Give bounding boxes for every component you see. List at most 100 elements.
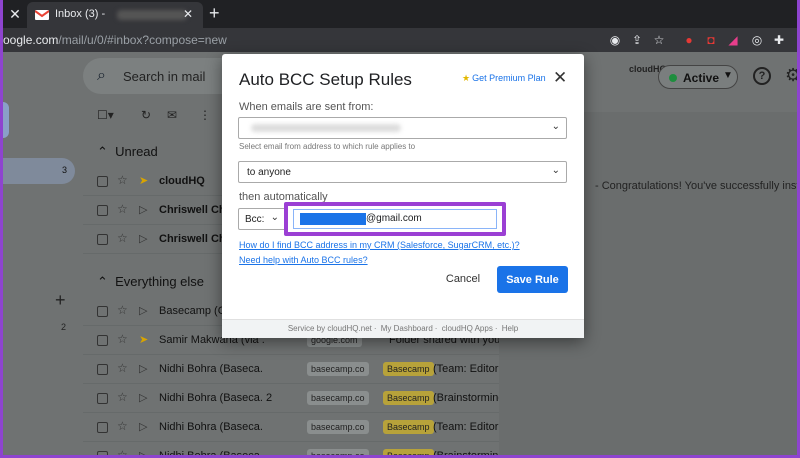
close-window-icon[interactable]: ✕ <box>7 6 23 22</box>
extension-icon[interactable]: ◢ <box>725 32 741 48</box>
search-icon[interactable]: ⌕ <box>97 67 106 85</box>
dialog-title: Auto BCC Setup Rules <box>239 70 412 89</box>
row-checkbox[interactable] <box>97 234 108 245</box>
save-rule-button[interactable]: Save Rule <box>497 266 568 293</box>
row-sender: Basecamp (G <box>159 305 227 317</box>
address-bar[interactable]: oogle.com/mail/u/0/#inbox?compose=new ◉ … <box>3 28 797 52</box>
row-sender: Chriswell Ch <box>159 204 226 216</box>
chevron-down-icon: ▼ <box>723 70 733 81</box>
row-sender: Nidhi Bohra (Baseca. <box>159 450 263 458</box>
redacted-email <box>251 124 401 132</box>
bookmark-star-icon[interactable]: ☆ <box>651 32 667 48</box>
important-icon[interactable]: ▷ <box>139 203 147 216</box>
important-icon[interactable]: ▷ <box>139 391 147 404</box>
chevron-down-icon: ⌄ <box>551 121 560 132</box>
gear-icon[interactable]: ⚙ <box>785 65 797 86</box>
star-icon[interactable]: ☆ <box>117 303 128 317</box>
row-sender: Nidhi Bohra (Baseca. 2 <box>159 392 273 404</box>
cancel-button[interactable]: Cancel <box>438 266 488 292</box>
browser-tab-inbox[interactable]: Inbox (3) - ✕ <box>27 2 203 28</box>
extension-icon[interactable]: ◎ <box>749 32 765 48</box>
star-icon[interactable]: ☆ <box>117 448 128 455</box>
row-checkbox[interactable] <box>97 335 108 346</box>
refresh-icon[interactable]: ↻ <box>141 108 151 122</box>
row-chip: basecamp.co <box>307 362 369 376</box>
star-icon[interactable]: ☆ <box>117 202 128 216</box>
preview-message: - Congratulations! You've successfully i… <box>595 180 800 192</box>
tab-close-icon[interactable]: ✕ <box>183 7 193 21</box>
recipient-select[interactable]: to anyone ⌄ <box>238 161 567 183</box>
help-icon[interactable]: ? <box>753 67 771 85</box>
important-icon[interactable]: ▷ <box>139 362 147 375</box>
redacted-text <box>117 10 187 20</box>
search-input[interactable]: Search in mail <box>123 69 205 84</box>
row-subject: (Brainstormin <box>433 450 499 458</box>
auto-bcc-help-link[interactable]: Need help with Auto BCC rules? <box>239 255 368 265</box>
tab-title: Inbox (3) - <box>55 8 106 20</box>
row-subject: (Team: Editori <box>433 421 501 433</box>
row-label: Basecamp <box>383 420 434 434</box>
from-hint: Select email from address to which rule … <box>239 142 416 151</box>
section-everything-else[interactable]: ⌃ Everything else <box>97 274 204 290</box>
nav-indicator <box>3 102 9 138</box>
star-icon[interactable]: ☆ <box>117 390 128 404</box>
mail-action-icon[interactable]: ✉ <box>167 108 177 122</box>
unread-count: 3 <box>61 165 67 175</box>
row-checkbox[interactable] <box>97 451 108 455</box>
select-all-checkbox[interactable]: ☐▾ <box>97 108 114 122</box>
bcc-email-input[interactable]: @gmail.com <box>293 209 497 229</box>
premium-link[interactable]: ★ Get Premium Plan <box>462 73 546 84</box>
selected-text <box>300 213 366 225</box>
from-label: When emails are sent from: <box>239 101 374 113</box>
more-vert-icon[interactable]: ⋮ <box>199 108 211 122</box>
row-checkbox[interactable] <box>97 364 108 375</box>
row-checkbox[interactable] <box>97 205 108 216</box>
status-dropdown[interactable]: Active ▼ <box>658 65 738 89</box>
url-text[interactable]: oogle.com/mail/u/0/#inbox?compose=new <box>3 33 227 47</box>
row-sender: Nidhi Bohra (Baseca. <box>159 421 263 433</box>
row-subject: (Brainstorming <box>433 392 505 404</box>
star-icon[interactable]: ☆ <box>117 231 128 245</box>
status-label: Active <box>683 71 720 85</box>
row-chip: basecamp.co <box>307 420 369 434</box>
add-label-icon[interactable]: + <box>55 290 66 311</box>
from-address-select[interactable]: ⌄ <box>238 117 567 139</box>
puzzle-icon[interactable]: ✚ <box>771 32 787 48</box>
gmail-icon <box>35 10 49 20</box>
share-icon[interactable]: ⇪ <box>629 32 645 48</box>
new-tab-icon[interactable]: + <box>209 3 220 24</box>
row-checkbox[interactable] <box>97 422 108 433</box>
close-icon[interactable]: ✕ <box>553 68 567 88</box>
star-icon[interactable]: ☆ <box>117 332 128 346</box>
footer-service-link[interactable]: Service by cloudHQ.net <box>288 324 372 333</box>
row-label: Basecamp <box>383 362 434 376</box>
footer-help-link[interactable]: Help <box>502 324 518 333</box>
auto-bcc-dialog: Auto BCC Setup Rules ★ Get Premium Plan ✕… <box>222 54 584 338</box>
email-suffix: @gmail.com <box>366 213 422 224</box>
sidebar-item-inbox[interactable]: 3 <box>3 158 75 184</box>
important-icon[interactable]: ▷ <box>139 420 147 433</box>
bcc-select[interactable]: Bcc: ⌄ <box>238 208 286 230</box>
star-icon[interactable]: ☆ <box>117 361 128 375</box>
important-icon[interactable]: ➤ <box>139 333 148 346</box>
section-unread[interactable]: ⌃ Unread <box>97 144 158 160</box>
crm-help-link[interactable]: How do I find BCC address in my CRM (Sal… <box>239 240 520 250</box>
chevron-down-icon: ⌄ <box>270 212 279 223</box>
view-icon[interactable]: ◉ <box>607 32 623 48</box>
extension-icon[interactable]: ● <box>681 32 697 48</box>
star-icon[interactable]: ☆ <box>117 419 128 433</box>
row-checkbox[interactable] <box>97 176 108 187</box>
label-count: 2 <box>61 322 67 332</box>
important-icon[interactable]: ➤ <box>139 174 148 187</box>
bcc-value: Bcc: <box>245 214 265 225</box>
important-icon[interactable]: ▷ <box>139 232 147 245</box>
star-icon: ★ <box>462 73 471 83</box>
star-icon[interactable]: ☆ <box>117 173 128 187</box>
row-checkbox[interactable] <box>97 393 108 404</box>
footer-apps-link[interactable]: cloudHQ Apps <box>442 324 493 333</box>
row-checkbox[interactable] <box>97 306 108 317</box>
pocket-icon[interactable]: ◘ <box>703 32 719 48</box>
footer-dashboard-link[interactable]: My Dashboard <box>381 324 433 333</box>
important-icon[interactable]: ▷ <box>139 304 147 317</box>
important-icon[interactable]: ▷ <box>139 449 147 455</box>
